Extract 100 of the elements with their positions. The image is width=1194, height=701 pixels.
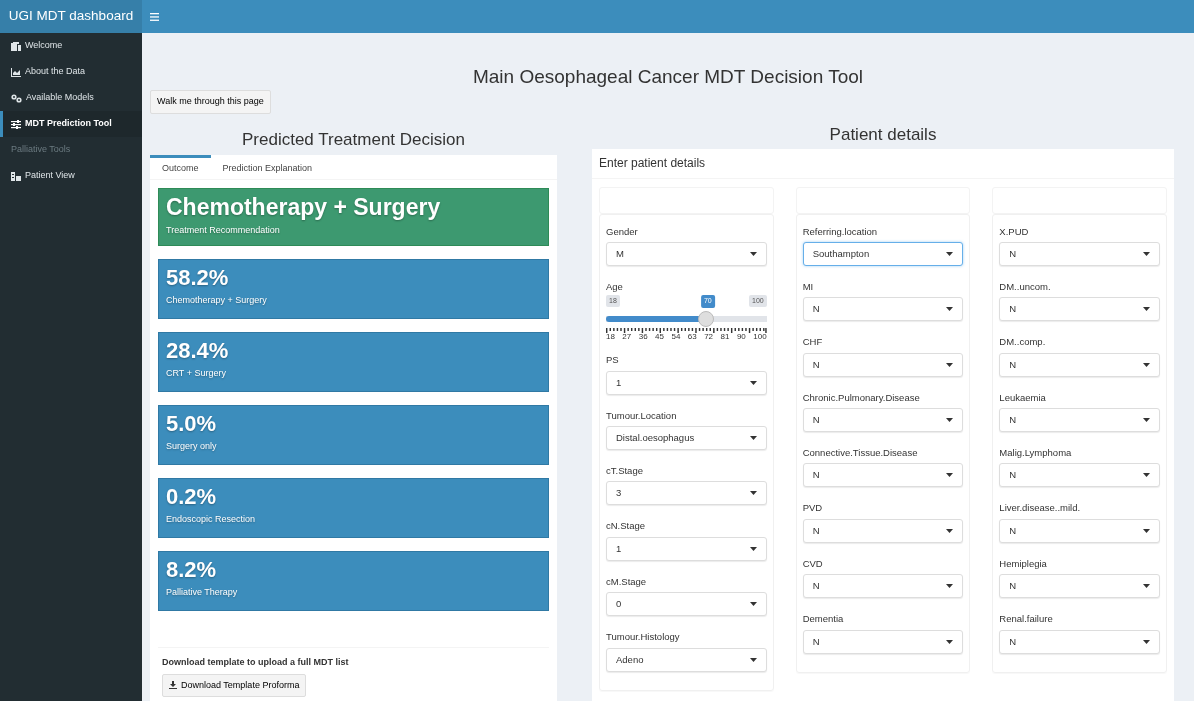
field-label: Malig.Lymphoma <box>999 447 1072 459</box>
caret-icon <box>946 307 954 312</box>
select-field[interactable]: Southampton <box>802 241 964 266</box>
field-label: Age <box>606 280 623 293</box>
select-field[interactable]: N <box>999 463 1160 488</box>
tick-label: 27 <box>622 333 632 342</box>
select-field[interactable]: 1 <box>606 370 767 395</box>
field-label: Connective.Tissue.Disease <box>802 447 918 459</box>
select-field[interactable]: N <box>999 629 1160 654</box>
download-button[interactable]: Download Template Proforma <box>162 673 307 697</box>
select-field[interactable]: 3 <box>606 481 767 506</box>
caret-icon <box>749 657 757 662</box>
caret-icon <box>1143 362 1150 367</box>
select-field[interactable]: M <box>606 241 767 266</box>
select-field[interactable]: N <box>999 408 1160 433</box>
field-label: cT.Stage <box>606 465 643 477</box>
select-field[interactable]: N <box>802 574 964 599</box>
select-field[interactable]: N <box>999 241 1160 266</box>
tab[interactable]: Prediction Explanation <box>210 155 325 179</box>
value-text: Chemotherapy + Surgery <box>166 195 442 221</box>
value-label: Palliative Therapy <box>166 586 239 600</box>
select-field[interactable]: N <box>802 518 964 543</box>
sidebar-item[interactable]: Welcome <box>0 33 142 59</box>
select-field[interactable]: N <box>999 574 1160 599</box>
select-field[interactable]: N <box>802 408 964 433</box>
chart-icon <box>11 67 21 77</box>
tick-label: 18 <box>606 333 615 342</box>
select-field[interactable]: 1 <box>606 536 767 561</box>
tick-label: 100 <box>753 333 767 342</box>
menu-icon[interactable] <box>150 12 159 21</box>
section-heading: Predicted Treatment Decision <box>241 128 466 151</box>
caret-icon <box>749 436 757 441</box>
field-label: Tumour.Location <box>606 409 677 422</box>
field-label: Dementia <box>802 613 844 625</box>
field-label: DM..uncom. <box>999 280 1051 293</box>
select-field[interactable]: Adeno <box>606 647 767 672</box>
caret-icon <box>1143 639 1150 644</box>
sidebar-item[interactable]: Available Models <box>0 85 142 111</box>
tick-label: 90 <box>736 333 746 342</box>
walkthrough-button[interactable]: Walk me through this page <box>150 90 271 114</box>
caret-icon <box>749 251 757 256</box>
select-field[interactable]: N <box>802 463 964 488</box>
tick-label: 36 <box>638 333 648 342</box>
value-label: CRT + Surgery <box>166 367 227 381</box>
value-text: 28.4% <box>166 339 230 364</box>
value-label: Surgery only <box>166 440 218 454</box>
caret-icon <box>946 639 954 644</box>
section-heading: Patient details <box>828 124 938 146</box>
caret-icon <box>1143 307 1150 312</box>
building-icon <box>11 171 21 181</box>
tick-label: 54 <box>671 333 681 342</box>
select-field[interactable]: N <box>802 629 964 654</box>
sidebar-item[interactable]: MDT Prediction Tool <box>0 111 142 137</box>
select-field[interactable]: 0 <box>606 592 767 617</box>
panel-title: Enter patient details <box>599 154 707 172</box>
app-title: UGI MDT dashboard <box>8 7 134 26</box>
page-title: Main Oesophageal Cancer MDT Decision Tool <box>472 66 864 87</box>
field-label: CHF <box>802 336 823 348</box>
value-text: 58.2% <box>166 266 230 291</box>
field-label: DM..comp. <box>999 336 1046 348</box>
value-label: Treatment Recommendation <box>166 224 281 238</box>
field-label: X.PUD <box>999 225 1029 237</box>
value-text: 8.2% <box>166 558 218 583</box>
caret-icon <box>1143 584 1150 589</box>
sidebar-item[interactable]: About the Data <box>0 59 142 85</box>
tick-label: 45 <box>655 333 664 342</box>
sidebar-item: Palliative Tools <box>10 143 72 157</box>
value-text: 5.0% <box>166 412 218 437</box>
field-label: Liver.disease..mild. <box>999 502 1081 514</box>
field-label: Gender <box>606 225 638 237</box>
select-field[interactable]: N <box>999 297 1160 322</box>
tick-label: 81 <box>720 333 730 342</box>
field-label: CVD <box>802 557 823 570</box>
select-field[interactable]: N <box>999 352 1160 377</box>
caret-icon <box>749 491 757 496</box>
field-label: PS <box>606 354 619 366</box>
select-field[interactable]: N <box>802 297 964 322</box>
caret-icon <box>946 362 954 367</box>
field-label: MI <box>802 280 814 293</box>
caret-icon <box>946 251 954 256</box>
building-icon <box>11 41 21 51</box>
slider-thumb[interactable] <box>697 311 714 328</box>
value-text: 0.2% <box>166 485 218 510</box>
select-field[interactable]: N <box>802 352 964 377</box>
download-text: Download template to upload a full MDT list <box>162 656 350 669</box>
tick-label: 63 <box>687 333 697 342</box>
caret-icon <box>749 380 757 385</box>
sidebar-item[interactable]: Patient View <box>0 163 142 189</box>
field-label: Tumour.Histology <box>606 631 680 643</box>
caret-icon <box>946 473 954 478</box>
field-label: cM.Stage <box>606 575 647 588</box>
select-field[interactable]: N <box>999 518 1160 543</box>
field-label: Referring.location <box>802 225 878 237</box>
gears-icon <box>11 93 22 103</box>
caret-icon <box>946 528 954 533</box>
caret-icon <box>1143 251 1150 256</box>
caret-icon <box>946 418 954 423</box>
sliders-icon <box>11 119 21 129</box>
select-field[interactable]: Distal.oesophagus <box>606 426 767 451</box>
field-label: Leukaemia <box>999 391 1046 404</box>
